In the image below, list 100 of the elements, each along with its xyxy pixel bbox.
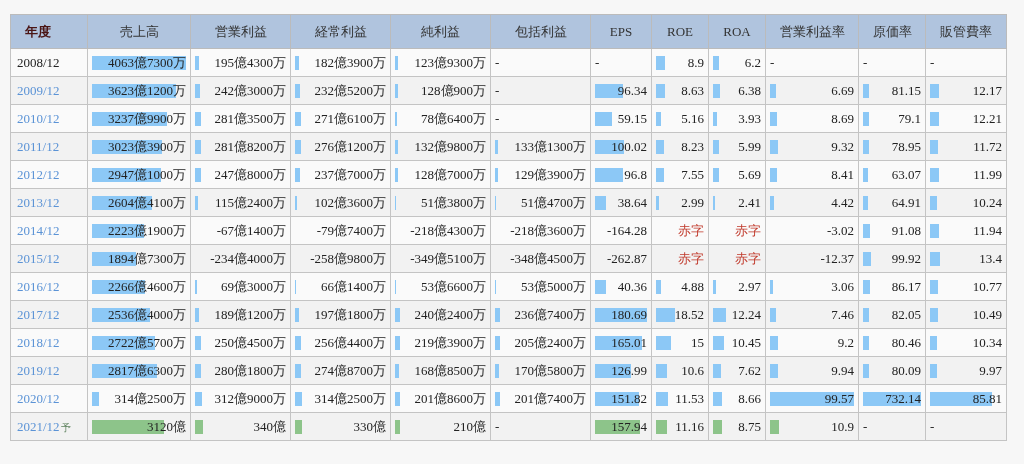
year-link[interactable]: 2021/12 bbox=[15, 418, 60, 434]
cell-value: 2817億6300万 bbox=[108, 362, 186, 378]
cell-value: 195億4300万 bbox=[214, 54, 286, 70]
cell-value: 10.34 bbox=[972, 334, 1002, 350]
cell-value: - bbox=[770, 54, 775, 70]
cell-value: 15 bbox=[691, 334, 704, 350]
cell-value: 赤字 bbox=[735, 250, 761, 266]
cell-value: 7.55 bbox=[681, 166, 704, 182]
cell-value: 8.75 bbox=[738, 418, 761, 434]
cell-value: 314億2500万 bbox=[114, 390, 186, 406]
cell-value: 78.95 bbox=[891, 138, 921, 154]
cell-value: 2604億4100万 bbox=[108, 194, 186, 210]
cell-value: 10.24 bbox=[972, 194, 1002, 210]
cell-value: 13.4 bbox=[979, 250, 1002, 266]
cell-value: 9.32 bbox=[831, 138, 854, 154]
cell-value: 81.15 bbox=[891, 82, 921, 98]
cell-value: 78億6400万 bbox=[421, 110, 486, 126]
cell-value: 86.17 bbox=[891, 278, 921, 294]
cell-value: 3623億1200万 bbox=[108, 82, 186, 98]
cell-value: 64.91 bbox=[891, 194, 921, 210]
cell-value: 96.8 bbox=[624, 166, 647, 182]
cell-value: 2223億1900万 bbox=[108, 222, 186, 238]
cell-value: 201億8600万 bbox=[414, 390, 486, 406]
cell-value: 10.49 bbox=[972, 306, 1002, 322]
cell-value: - bbox=[930, 418, 935, 434]
cell-value: 330億 bbox=[353, 418, 386, 434]
cell-value: 7.46 bbox=[831, 306, 854, 322]
cell-value: 340億 bbox=[253, 418, 286, 434]
cell-value: -67億1400万 bbox=[216, 222, 286, 238]
cell-value: 189億1200万 bbox=[214, 306, 286, 322]
cell-value: 247億8000万 bbox=[214, 166, 286, 182]
cell-value: 10.45 bbox=[731, 334, 761, 350]
cell-value: 133億1300万 bbox=[514, 138, 586, 154]
cell-value: 2722億5700万 bbox=[108, 334, 186, 350]
cell-value: -262.87 bbox=[606, 250, 647, 266]
cell-value: 80.09 bbox=[891, 362, 921, 378]
year-label: 2008/12 bbox=[16, 54, 60, 70]
cell-value: 100.02 bbox=[611, 138, 647, 154]
column-header: 包括利益 bbox=[514, 23, 567, 39]
cell-value: 9.2 bbox=[837, 334, 854, 350]
cell-value: 96.34 bbox=[617, 82, 647, 98]
cell-value: -164.28 bbox=[606, 222, 647, 238]
cell-value: -349億5100万 bbox=[410, 250, 486, 266]
cell-value: 80.46 bbox=[891, 334, 921, 350]
cell-value: 3.93 bbox=[738, 110, 761, 126]
cell-value: 10.6 bbox=[681, 362, 704, 378]
cell-value: 276億1200万 bbox=[314, 138, 386, 154]
cell-value: 9.94 bbox=[831, 362, 854, 378]
cell-value: 281億8200万 bbox=[214, 138, 286, 154]
cell-value: 18.52 bbox=[674, 306, 704, 322]
cell-value: -258億9800万 bbox=[310, 250, 386, 266]
cell-value: 12.17 bbox=[972, 82, 1002, 98]
cell-value: 11.99 bbox=[973, 166, 1002, 182]
cell-value: 2536億4000万 bbox=[108, 306, 186, 322]
cell-value: 2.41 bbox=[738, 194, 761, 210]
cell-value: 8.41 bbox=[831, 166, 854, 182]
cell-value: 170億5800万 bbox=[514, 362, 586, 378]
cell-value: -234億4000万 bbox=[210, 250, 286, 266]
cell-value: - bbox=[595, 54, 600, 70]
cell-value: 280億1800万 bbox=[214, 362, 286, 378]
cell-value: 10.9 bbox=[831, 418, 854, 434]
cell-value: -12.37 bbox=[820, 250, 854, 266]
cell-value: 11.72 bbox=[973, 138, 1002, 154]
cell-value: 256億4400万 bbox=[314, 334, 386, 350]
cell-value: 151.82 bbox=[611, 390, 647, 406]
cell-value: -3.02 bbox=[826, 222, 854, 238]
cell-value: 210億 bbox=[453, 418, 486, 434]
cell-value: 129億3900万 bbox=[514, 166, 586, 182]
cell-value: 11.53 bbox=[675, 390, 704, 406]
cell-value: 232億5200万 bbox=[314, 82, 386, 98]
cell-value: 168億8500万 bbox=[414, 362, 486, 378]
cell-value: 182億3900万 bbox=[314, 54, 386, 70]
cell-value: 201億7400万 bbox=[514, 390, 586, 406]
cell-value: 102億3600万 bbox=[314, 194, 386, 210]
column-header: ROE bbox=[667, 23, 693, 39]
cell-value: - bbox=[863, 418, 868, 434]
cell-value: 91.08 bbox=[891, 222, 921, 238]
cell-value: 11.16 bbox=[675, 418, 704, 434]
cell-value: 271億6100万 bbox=[314, 110, 386, 126]
cell-value: -218億3600万 bbox=[510, 222, 586, 238]
cell-value: 8.9 bbox=[687, 54, 704, 70]
cell-value: 5.69 bbox=[738, 166, 761, 182]
cell-value: 8.23 bbox=[681, 138, 704, 154]
cell-value: - bbox=[495, 418, 500, 434]
column-header: EPS bbox=[609, 23, 633, 39]
cell-value: 128億900万 bbox=[421, 82, 486, 98]
cell-value: -218億4300万 bbox=[410, 222, 486, 238]
cell-value: 197億1800万 bbox=[314, 306, 386, 322]
cell-value: 99.92 bbox=[891, 250, 921, 266]
cell-value: 1894億7300万 bbox=[108, 250, 186, 266]
cell-value: 219億3900万 bbox=[414, 334, 486, 350]
column-header: 売上高 bbox=[119, 23, 159, 39]
cell-value: 12.24 bbox=[731, 306, 761, 322]
cell-value: 85.81 bbox=[972, 390, 1002, 406]
cell-value: 6.2 bbox=[744, 54, 761, 70]
cell-value: 312億9000万 bbox=[214, 390, 286, 406]
cell-value: 250億4500万 bbox=[214, 334, 286, 350]
cell-value: 240億2400万 bbox=[414, 306, 486, 322]
cell-value: 9.97 bbox=[979, 362, 1002, 378]
column-header: 営業利益率 bbox=[779, 23, 845, 39]
